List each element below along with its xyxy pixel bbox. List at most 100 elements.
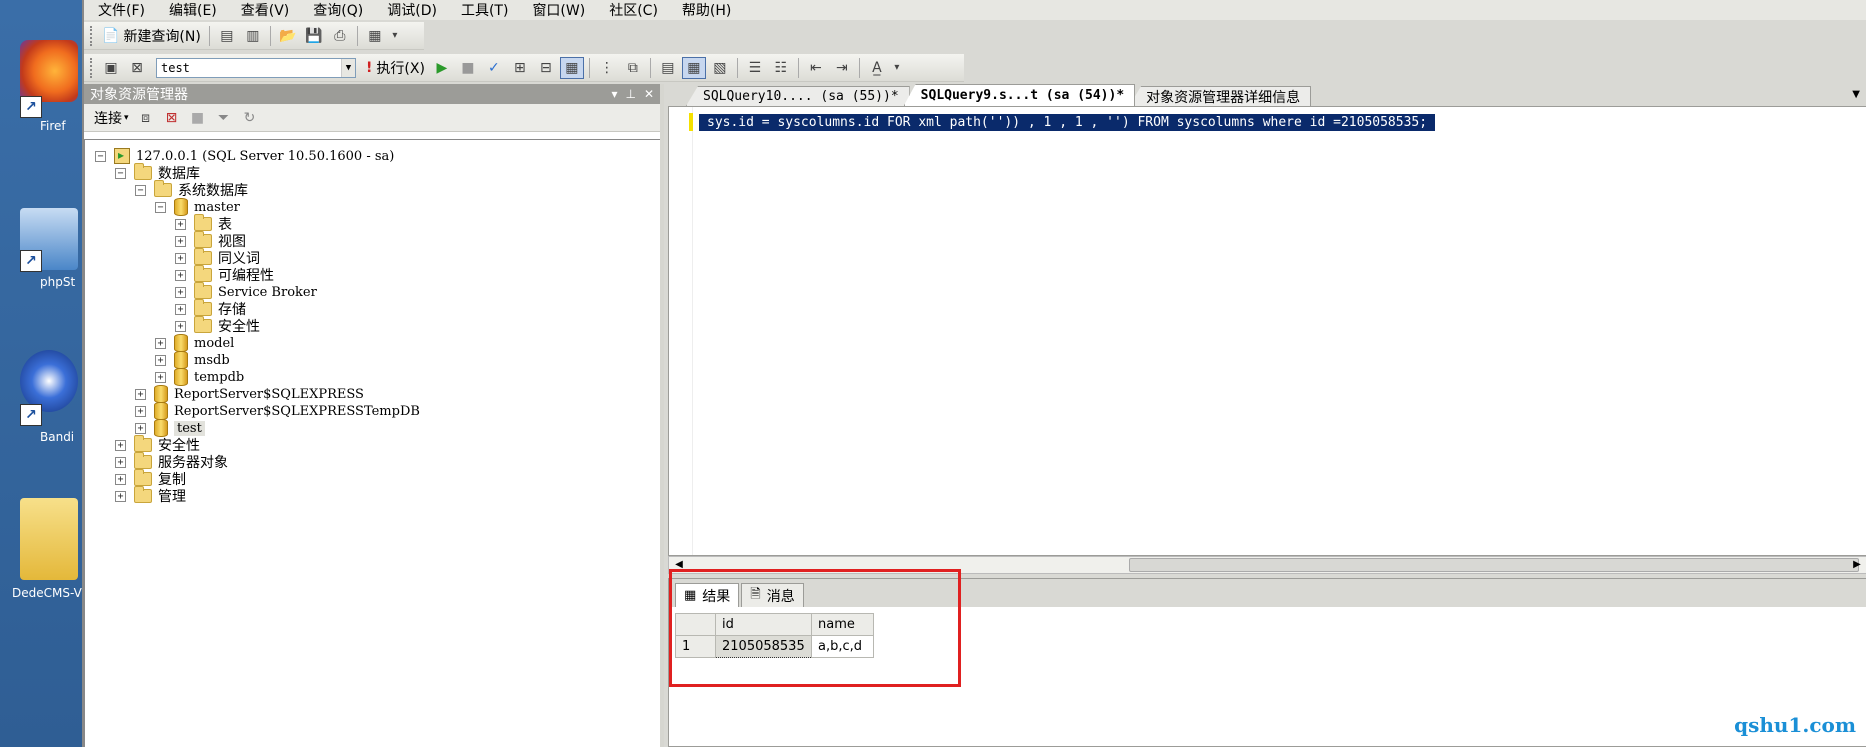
expand-icon[interactable]: +: [155, 337, 166, 349]
tab-sqlquery10[interactable]: SQLQuery10.... (sa (55))*: [686, 86, 910, 106]
collapse-icon[interactable]: −: [95, 150, 106, 162]
print-icon[interactable]: ⎙: [328, 25, 352, 47]
comment-icon[interactable]: ☰: [743, 57, 767, 79]
horizontal-scrollbar[interactable]: ◀ ▶: [668, 556, 1866, 574]
results-to-grid-icon[interactable]: ▦: [559, 56, 584, 79]
toolbar-grip[interactable]: [90, 25, 94, 46]
results-to-file-icon[interactable]: ▧: [708, 57, 732, 79]
tab-results[interactable]: ▦ 结果: [675, 583, 740, 607]
uncomment-icon[interactable]: ☷: [769, 57, 793, 79]
tree-label: 管理: [158, 489, 186, 505]
include-plan-icon[interactable]: ⋮: [595, 57, 619, 79]
results-to-text-icon[interactable]: ▤: [656, 57, 680, 79]
expand-icon[interactable]: +: [135, 422, 146, 434]
connect-dropdown[interactable]: 连接 ▾: [90, 107, 133, 129]
folder-icon: [134, 486, 152, 503]
disconnect-icon[interactable]: ⊠: [160, 107, 184, 129]
database-select[interactable]: test ▼: [156, 57, 356, 78]
document-tabs: SQLQuery10.... (sa (55))* SQLQuery9.s...…: [668, 84, 1866, 106]
change-connection-icon[interactable]: ⊠: [125, 57, 149, 79]
save-icon[interactable]: 💾: [302, 25, 326, 47]
firefox-icon[interactable]: [20, 40, 78, 102]
refresh-icon[interactable]: ↻: [238, 107, 262, 129]
filter-icon[interactable]: ⏷: [212, 107, 236, 129]
client-stats-icon[interactable]: ⧉: [621, 57, 645, 79]
expand-icon[interactable]: +: [175, 252, 186, 264]
expand-icon[interactable]: +: [115, 439, 126, 451]
toolbar-overflow-icon[interactable]: ▾: [891, 57, 903, 79]
tab-object-explorer-details[interactable]: 对象资源管理器详细信息: [1129, 86, 1312, 106]
expand-icon[interactable]: +: [175, 218, 186, 230]
folder-icon[interactable]: [20, 498, 78, 580]
tree-node-management[interactable]: + 管理: [115, 486, 186, 506]
expand-icon[interactable]: +: [135, 405, 146, 417]
scrollbar-thumb[interactable]: [1129, 558, 1859, 572]
stop-icon[interactable]: ■: [456, 57, 480, 79]
row-number[interactable]: 1: [675, 635, 716, 658]
sql-code-editor[interactable]: sys.id = syscolumns.id FOR xml path(''))…: [668, 106, 1866, 556]
cell-name[interactable]: a,b,c,d: [811, 635, 874, 658]
collapse-icon[interactable]: −: [135, 184, 146, 196]
query-designer-icon[interactable]: ⊟: [534, 57, 558, 79]
results-grid-mode-icon[interactable]: ▦: [681, 56, 706, 79]
menu-tools[interactable]: 工具(T): [461, 0, 508, 20]
menu-view[interactable]: 查看(V): [241, 0, 290, 20]
expand-icon[interactable]: +: [155, 354, 166, 366]
grid-corner[interactable]: [675, 613, 716, 636]
selected-code-line[interactable]: sys.id = syscolumns.id FOR xml path(''))…: [699, 114, 1436, 131]
collapse-icon[interactable]: −: [115, 167, 126, 179]
connect-icon[interactable]: ▣: [99, 57, 123, 79]
new-project-icon[interactable]: ▥: [241, 25, 265, 47]
menu-window[interactable]: 窗口(W): [532, 0, 585, 20]
expand-icon[interactable]: +: [115, 490, 126, 502]
column-header-name[interactable]: name: [811, 613, 874, 636]
collapse-icon[interactable]: −: [155, 201, 166, 213]
expand-icon[interactable]: +: [175, 286, 186, 298]
estimated-plan-icon[interactable]: ⊞: [508, 57, 532, 79]
activity-monitor-icon[interactable]: ▦: [363, 25, 387, 47]
connect-server-icon[interactable]: ⧈: [134, 107, 158, 129]
increase-indent-icon[interactable]: ⇥: [830, 57, 854, 79]
expand-icon[interactable]: +: [175, 235, 186, 247]
tab-messages[interactable]: 🗎 消息: [741, 583, 804, 607]
chevron-down-icon[interactable]: ▼: [1852, 89, 1860, 100]
cell-id[interactable]: 2105058535: [715, 635, 812, 658]
parse-check-icon[interactable]: ✓: [482, 57, 506, 79]
tab-sqlquery9[interactable]: SQLQuery9.s...t (sa (54))*: [903, 84, 1136, 106]
expand-icon[interactable]: +: [175, 320, 186, 332]
desktop-label-firefox: Firef: [40, 119, 66, 133]
menu-debug[interactable]: 调试(D): [387, 0, 437, 20]
scroll-right-icon[interactable]: ▶: [1849, 557, 1865, 573]
open-folder-icon[interactable]: 📂: [276, 25, 300, 47]
tree-label: msdb: [194, 352, 230, 368]
new-file-icon[interactable]: ▤: [215, 25, 239, 47]
dropdown-icon[interactable]: ▾: [611, 87, 617, 101]
column-header-id[interactable]: id: [715, 613, 812, 636]
expand-icon[interactable]: +: [135, 388, 146, 400]
bandizip-icon[interactable]: [20, 350, 78, 412]
menu-query[interactable]: 查询(Q): [313, 0, 363, 20]
menu-file[interactable]: 文件(F): [98, 0, 145, 20]
decrease-indent-icon[interactable]: ⇤: [804, 57, 828, 79]
expand-icon[interactable]: +: [155, 371, 166, 383]
menu-edit[interactable]: 编辑(E): [169, 0, 217, 20]
toolbar-grip[interactable]: [90, 57, 94, 78]
expand-icon[interactable]: +: [115, 456, 126, 468]
desktop-label-bandizip: Bandi: [40, 430, 75, 444]
expand-icon[interactable]: +: [175, 303, 186, 315]
new-query-button[interactable]: 📄 新建查询(N): [98, 25, 205, 47]
close-icon[interactable]: ✕: [644, 87, 654, 101]
toolbar-overflow-icon[interactable]: ▾: [389, 25, 401, 47]
expand-icon[interactable]: +: [175, 269, 186, 281]
specify-values-icon[interactable]: A̲: [865, 57, 889, 79]
menu-community[interactable]: 社区(C): [609, 0, 658, 20]
menu-help[interactable]: 帮助(H): [682, 0, 731, 20]
scroll-left-icon[interactable]: ◀: [671, 557, 687, 573]
folder-icon: [134, 163, 152, 180]
pin-icon[interactable]: ⊥: [625, 87, 635, 101]
expand-icon[interactable]: +: [115, 473, 126, 485]
desktop-label-phpstudy: phpSt: [40, 275, 76, 289]
execute-button[interactable]: ! 执行(X): [362, 57, 429, 79]
stop-icon[interactable]: ■: [186, 107, 210, 129]
debug-play-icon[interactable]: ▶: [430, 57, 454, 79]
